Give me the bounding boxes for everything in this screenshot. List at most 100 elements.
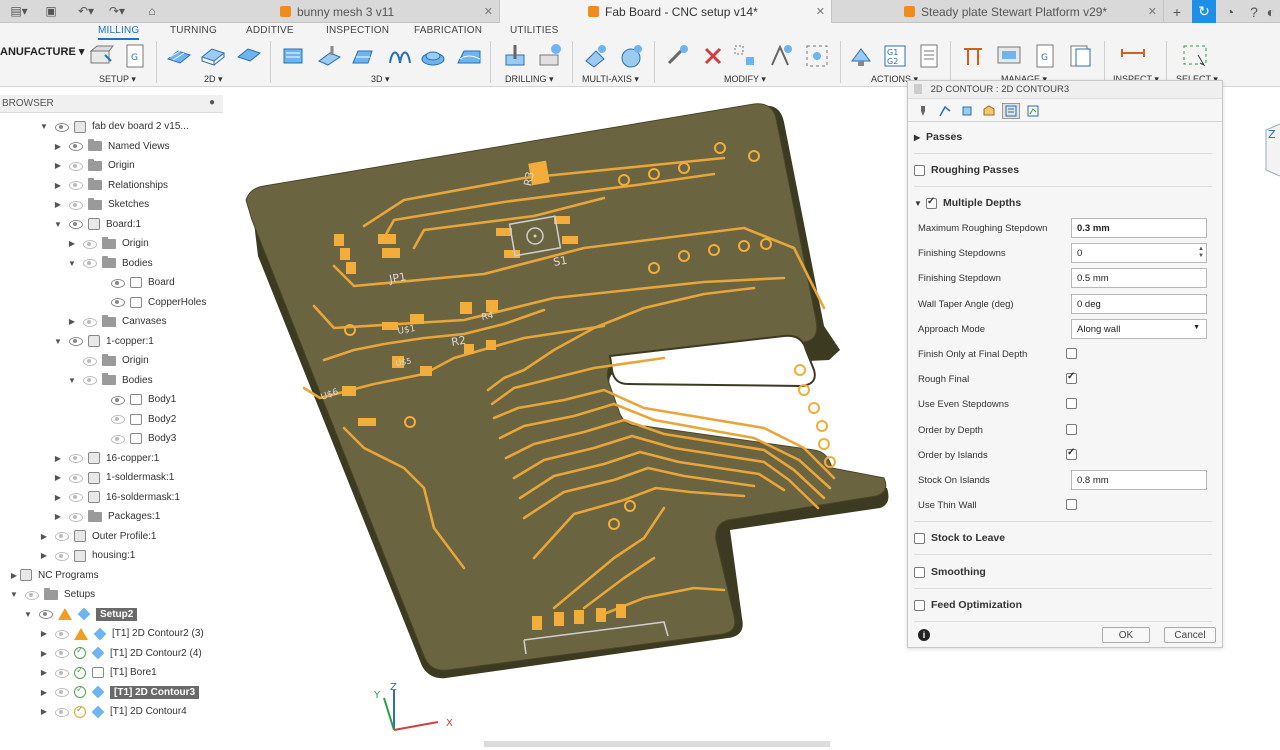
sync-icon[interactable]: ↻ [1192, 0, 1216, 23]
wall-taper-angle-input[interactable]: 0 deg [1071, 294, 1207, 314]
expanded-icon[interactable]: ▼ [52, 220, 64, 229]
expand-icon[interactable]: ▶ [52, 142, 64, 151]
expand-icon[interactable]: ▶ [38, 649, 50, 658]
tab-turning[interactable]: TURNING [170, 25, 217, 36]
browser-tree-row[interactable]: ▶ 16-copper:1 [52, 449, 159, 468]
browser-tree-row[interactable]: ▶ Sketches [52, 195, 149, 214]
undo-icon[interactable]: ↶▾ [72, 2, 100, 20]
tab-additive[interactable]: ADDITIVE [246, 25, 294, 36]
browser-tree-row[interactable]: ▶ 1-soldermask:1 [52, 468, 174, 487]
browser-tree-row[interactable]: CopperHoles [94, 293, 206, 312]
3d-viewport[interactable]: R3 JP1 S1 U$1 R4 R2 U$5 U$6 Z Y X [224, 88, 907, 747]
pcb-model[interactable]: R3 JP1 S1 U$1 R4 R2 U$5 U$6 Z Y X [224, 88, 907, 747]
group-multi-axis[interactable]: MULTI-AXIS ▾ [582, 74, 639, 85]
doc-tab-bunny[interactable]: bunny mesh 3 v11 ✕ [270, 0, 500, 23]
swarf-icon[interactable] [582, 43, 608, 69]
smoothing-checkbox[interactable] [914, 566, 925, 578]
browser-tree-row[interactable]: ▶ Relationships [52, 176, 168, 195]
group-2d[interactable]: 2D ▾ [204, 74, 223, 85]
drag-handle-icon[interactable] [914, 84, 922, 95]
visibility-eye-icon[interactable] [82, 356, 98, 366]
group-3d[interactable]: 3D ▾ [371, 74, 390, 85]
workspace-switcher[interactable]: ANUFACTURE ▾ [0, 45, 84, 58]
browser-tree-row[interactable]: Origin [66, 351, 149, 370]
expand-icon[interactable]: ▶ [66, 239, 78, 248]
close-icon[interactable]: ✕ [816, 5, 825, 18]
expand-icon[interactable]: ▶ [52, 512, 64, 521]
finishing-stepdowns-input[interactable]: 0 ▲ ▼ [1071, 243, 1207, 263]
passes-tab-icon[interactable] [980, 103, 998, 119]
2d-pocket-icon[interactable] [200, 43, 226, 69]
visibility-eye-icon[interactable] [68, 336, 84, 346]
browser-tree-row[interactable]: ▶ Canvases [66, 312, 166, 331]
parallel-icon[interactable] [420, 43, 446, 69]
order-by-depth-checkbox[interactable] [1066, 424, 1077, 435]
expand-icon[interactable]: ▶ [38, 532, 50, 541]
browser-tree-row[interactable]: ▶ [T1] 2D Contour2 (3) [38, 624, 204, 643]
expand-icon[interactable]: ▶ [38, 688, 50, 697]
browser-tree-row[interactable]: ▶ NC Programs [8, 566, 99, 585]
expanded-icon[interactable]: ▼ [66, 259, 78, 268]
expand-icon[interactable]: ▶ [38, 707, 50, 716]
browser-tree-row[interactable]: ▼ fab dev board 2 v15... [38, 117, 189, 136]
use-thin-wall-checkbox[interactable] [1066, 499, 1077, 510]
visibility-eye-icon[interactable] [24, 590, 40, 600]
manual-nc-icon[interactable] [768, 43, 794, 69]
collapse-panel-icon[interactable]: ● [209, 97, 215, 108]
visibility-eye-icon[interactable] [54, 648, 70, 658]
section-roughing-passes[interactable]: Roughing Passes [914, 160, 1212, 180]
close-icon[interactable]: ✕ [1148, 5, 1157, 18]
expand-icon[interactable]: ▶ [52, 473, 64, 482]
visibility-eye-icon[interactable] [110, 414, 126, 424]
browser-tree-row[interactable]: ▶ Packages:1 [52, 507, 160, 526]
tab-utilities[interactable]: UTILITIES [510, 25, 558, 36]
tool-tab-icon[interactable] [914, 103, 932, 119]
expanded-icon[interactable]: ▼ [8, 590, 20, 599]
expand-icon[interactable]: ▶ [52, 493, 64, 502]
section-multiple-depths[interactable]: ▼Multiple Depths [914, 193, 1212, 213]
pocket-clearing-icon[interactable] [316, 43, 342, 69]
simulate-icon[interactable] [848, 43, 874, 69]
visibility-eye-icon[interactable] [82, 258, 98, 268]
section-passes[interactable]: ▶ Passes [914, 127, 1212, 147]
visibility-eye-icon[interactable] [68, 473, 84, 483]
visibility-eye-icon[interactable] [68, 141, 84, 151]
visibility-eye-icon[interactable] [110, 297, 126, 307]
template-library-icon[interactable] [1068, 43, 1094, 69]
browser-tree-row[interactable]: ▶ Outer Profile:1 [38, 527, 156, 546]
visibility-eye-icon[interactable] [110, 434, 126, 444]
cancel-button[interactable]: Cancel [1164, 627, 1216, 643]
use-even-stepdowns-checkbox[interactable] [1066, 398, 1077, 409]
browser-tree-row[interactable]: ▼ Bodies [66, 371, 153, 390]
finish-only-final-checkbox[interactable] [1066, 348, 1077, 359]
browser-tree-row[interactable]: ▼ 1-copper:1 [52, 332, 154, 351]
expand-icon[interactable]: ▶ [8, 571, 20, 580]
group-drilling[interactable]: DRILLING ▾ [505, 74, 554, 85]
setup-sheet-icon[interactable] [916, 43, 942, 69]
expand-icon[interactable]: ▶ [38, 629, 50, 638]
visibility-eye-icon[interactable] [110, 395, 126, 405]
browser-tree-row[interactable]: ▶ [T1] 2D Contour3 [38, 683, 200, 702]
browser-tree-row[interactable]: ▶ Named Views [52, 137, 170, 156]
rough-final-checkbox[interactable] [1066, 371, 1077, 384]
browser-tree-row[interactable]: ▼ Setups [8, 585, 95, 604]
view-cube[interactable]: Z [1262, 120, 1280, 178]
pattern-icon[interactable] [732, 43, 758, 69]
group-modify[interactable]: MODIFY ▾ [724, 74, 766, 85]
visibility-eye-icon[interactable] [38, 609, 54, 619]
approach-mode-select[interactable]: Along wall ▼ [1071, 319, 1207, 339]
visibility-eye-icon[interactable] [68, 492, 84, 502]
navigation-bar[interactable] [484, 741, 830, 747]
measure-icon[interactable] [1120, 43, 1146, 69]
browser-tree-row[interactable]: ▶ 16-soldermask:1 [52, 488, 180, 507]
tab-milling[interactable]: MILLING [98, 25, 140, 40]
expand-icon[interactable]: ▶ [52, 200, 64, 209]
heights-tab-icon[interactable] [958, 103, 976, 119]
visibility-eye-icon[interactable] [68, 453, 84, 463]
edit-tool-icon[interactable] [664, 43, 690, 69]
visibility-eye-icon[interactable] [68, 200, 84, 210]
visibility-eye-icon[interactable] [54, 122, 70, 132]
contour-3d-icon[interactable] [386, 43, 412, 69]
feed-optimization-checkbox[interactable] [914, 599, 925, 611]
ok-button[interactable]: OK [1102, 627, 1150, 643]
